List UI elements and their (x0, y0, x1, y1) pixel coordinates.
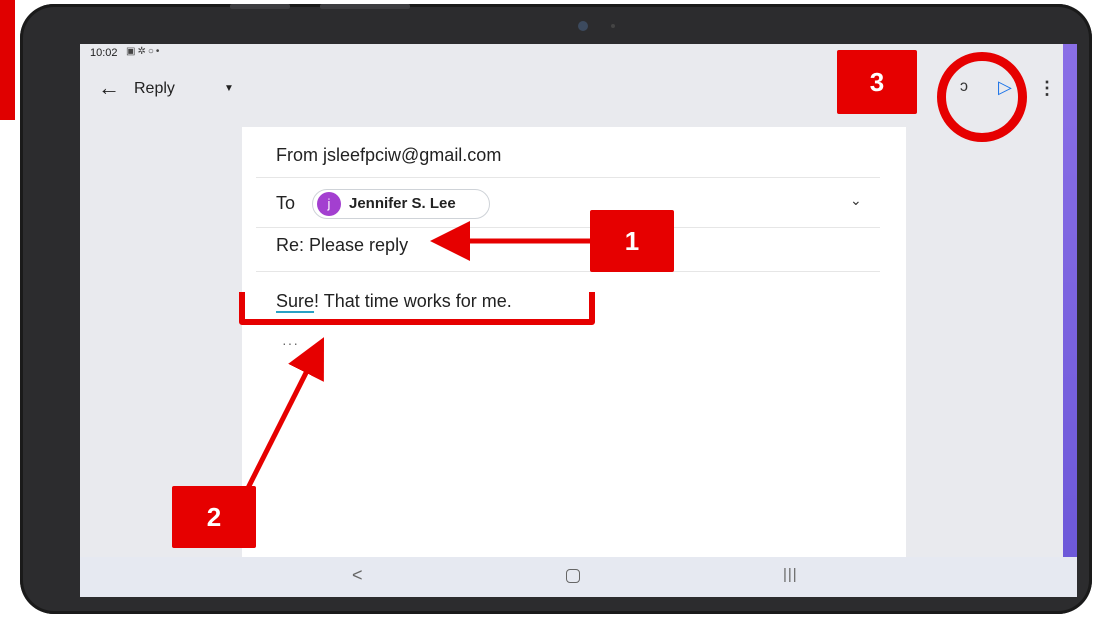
callout-2: 2 (172, 486, 256, 548)
send-highlight-ring (937, 52, 1027, 142)
callout-3: 3 (837, 50, 917, 114)
arrow-to-body (244, 337, 324, 492)
annotation-layer (239, 221, 595, 492)
callout-1: 1 (590, 210, 674, 272)
body-bracket (239, 292, 595, 325)
